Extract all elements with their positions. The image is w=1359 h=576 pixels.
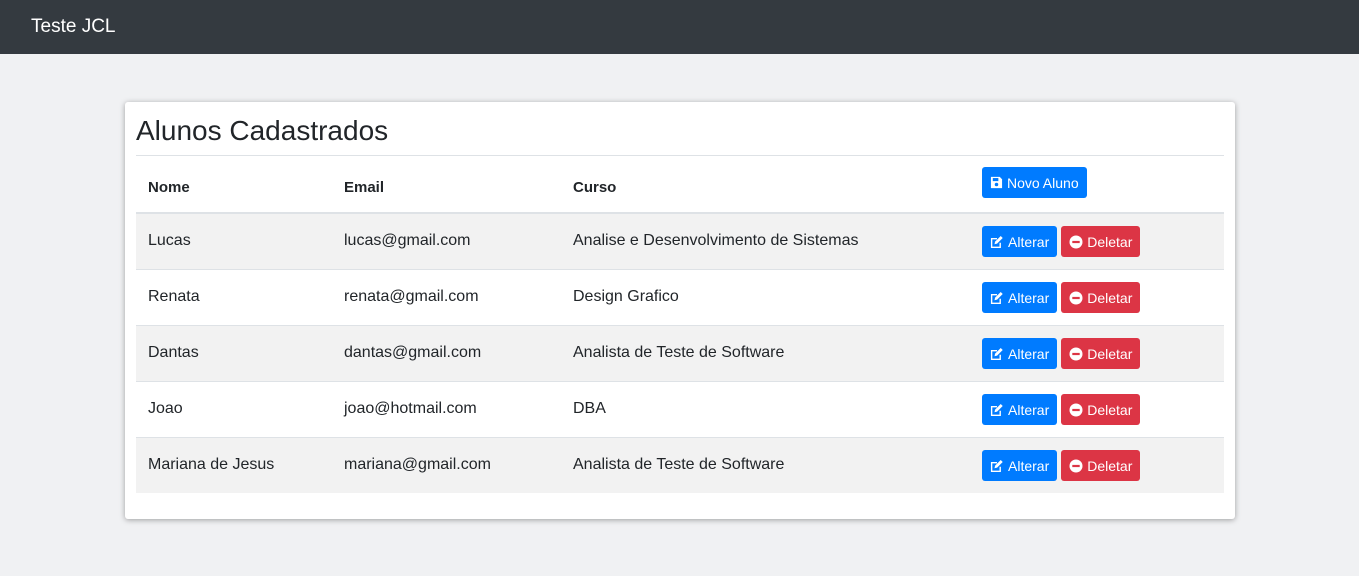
delete-button[interactable]: Deletar <box>1061 226 1141 258</box>
edit-icon <box>990 348 1003 360</box>
column-header-name: Nome <box>136 156 332 214</box>
cell-course: Analista de Teste de Software <box>561 436 970 493</box>
edit-label: Alterar <box>1008 289 1050 306</box>
delete-button[interactable]: Deletar <box>1061 450 1141 482</box>
cell-actions: Alterar Deletar <box>970 436 1224 493</box>
delete-button[interactable]: Deletar <box>1061 282 1141 313</box>
edit-label: Alterar <box>1008 457 1050 474</box>
save-icon <box>990 176 1003 189</box>
cell-course: Analista de Teste de Software <box>561 324 970 381</box>
minus-circle-icon <box>1069 459 1083 473</box>
edit-button[interactable]: Alterar <box>982 450 1058 482</box>
navbar: Teste JCL <box>0 0 1359 54</box>
cell-email: joao@hotmail.com <box>332 380 561 437</box>
edit-icon <box>990 460 1003 473</box>
delete-label: Deletar <box>1087 401 1133 418</box>
column-header-actions: Novo Aluno <box>970 156 1224 214</box>
cell-name: Renata <box>136 268 332 325</box>
cell-actions: Alterar Deletar <box>970 268 1224 325</box>
edit-icon <box>990 292 1003 304</box>
page-title: Alunos Cadastrados <box>136 115 389 146</box>
minus-circle-icon <box>1069 291 1083 304</box>
cell-name: Lucas <box>148 232 191 250</box>
table-row: Renata renata@gmail.com Design Grafico Alte… <box>136 268 1224 325</box>
table-row: Lucas lucas@gmail.com Analise e Desenvolvi… <box>136 213 1224 269</box>
delete-label: Deletar <box>1087 457 1133 474</box>
cell-name: Joao <box>136 380 332 437</box>
edit-button[interactable]: Alterar <box>982 226 1058 258</box>
delete-button[interactable]: Deletar <box>1061 338 1141 369</box>
edit-button[interactable]: Alterar <box>982 394 1058 425</box>
minus-circle-icon <box>1069 235 1083 249</box>
edit-label: Alterar <box>1008 345 1050 362</box>
minus-circle-icon <box>1069 347 1083 360</box>
cell-email: renata@gmail.com <box>332 268 561 325</box>
cell-name: Mariana de Jesus <box>136 436 332 493</box>
cell-name: Dantas <box>136 324 332 381</box>
new-student-button[interactable]: Novo Aluno <box>982 167 1087 198</box>
table-row: Mariana de Jesus mariana@gmail.com Analist… <box>136 436 1224 493</box>
delete-label: Deletar <box>1087 345 1133 362</box>
delete-label: Deletar <box>1087 289 1133 306</box>
cell-course: Analise e Desenvolvimento de Sistemas <box>573 232 859 250</box>
table-row: Dantas dantas@gmail.com Analista de Teste … <box>136 324 1224 381</box>
edit-icon <box>990 236 1003 249</box>
edit-button[interactable]: Alterar <box>982 282 1058 313</box>
edit-label: Alterar <box>1008 401 1050 418</box>
cell-email: lucas@gmail.com <box>344 232 471 250</box>
cell-actions: Alterar Deletar <box>970 380 1224 437</box>
cell-actions: Alterar Deletar <box>970 213 1224 269</box>
students-table: Nome Email Curso Novo Aluno Lucas lucas@g… <box>136 156 1224 493</box>
students-card: Alunos Cadastrados Nome Email Curso Novo… <box>125 102 1235 519</box>
cell-course: Design Grafico <box>561 268 970 325</box>
column-header-course: Curso <box>561 156 970 214</box>
cell-course: DBA <box>561 380 970 437</box>
cell-email: mariana@gmail.com <box>332 436 561 493</box>
cell-email: dantas@gmail.com <box>332 324 561 381</box>
edit-button[interactable]: Alterar <box>982 338 1058 369</box>
new-student-label: Novo Aluno <box>1007 174 1079 191</box>
table-row: Joao joao@hotmail.com DBA Alterar Deletar <box>136 380 1224 437</box>
minus-circle-icon <box>1069 403 1083 416</box>
navbar-brand[interactable]: Teste JCL <box>31 16 115 38</box>
table-header-row: Nome Email Curso Novo Aluno <box>136 156 1224 214</box>
edit-icon <box>990 404 1003 416</box>
delete-label: Deletar <box>1087 233 1133 250</box>
edit-label: Alterar <box>1008 233 1050 250</box>
column-header-email: Email <box>332 156 561 214</box>
delete-button[interactable]: Deletar <box>1061 394 1141 425</box>
cell-actions: Alterar Deletar <box>970 324 1224 381</box>
